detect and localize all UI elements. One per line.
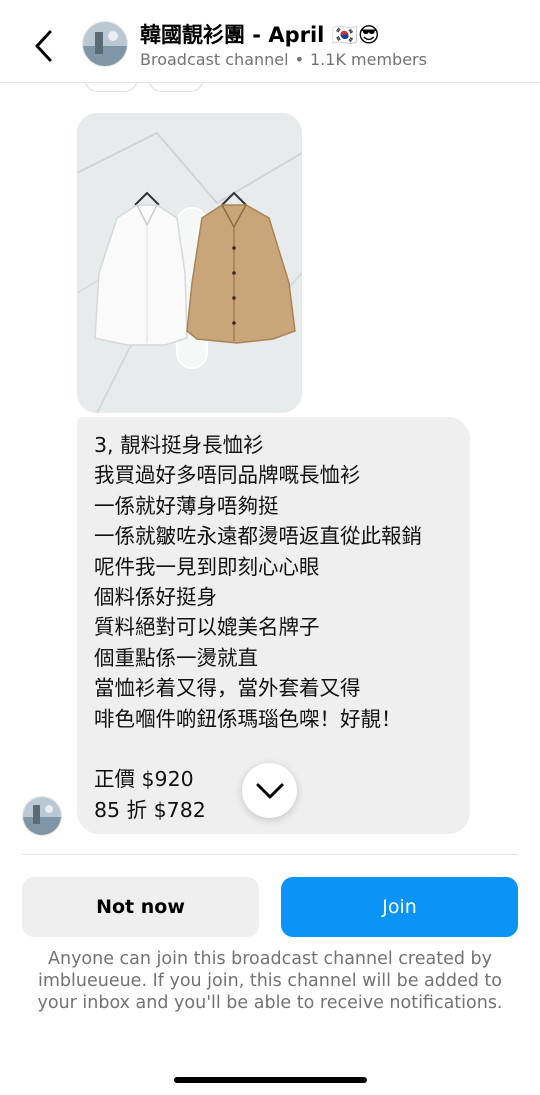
- chevron-down-icon: [256, 783, 283, 798]
- home-indicator[interactable]: [174, 1077, 367, 1083]
- sender-avatar[interactable]: [22, 796, 62, 836]
- channel-subtitle: Broadcast channel • 1.1K members: [140, 50, 427, 69]
- join-disclaimer: Anyone can join this broadcast channel c…: [37, 949, 503, 1013]
- not-now-button[interactable]: Not now: [22, 877, 259, 937]
- channel-title[interactable]: 韓國靚衫團 - April 🇰🇷😎: [140, 19, 380, 49]
- divider: [22, 854, 518, 855]
- chevron-left-icon: [35, 30, 52, 62]
- member-count: 1.1K members: [310, 50, 427, 69]
- channel-type: Broadcast channel: [140, 50, 289, 69]
- channel-avatar[interactable]: [82, 21, 128, 67]
- separator-dot: •: [294, 50, 304, 69]
- message-photo[interactable]: [77, 113, 302, 413]
- back-button[interactable]: [22, 24, 66, 68]
- scroll-down-button[interactable]: [242, 763, 297, 818]
- join-button[interactable]: Join: [281, 877, 518, 937]
- channel-header: 韓國靚衫團 - April 🇰🇷😎 Broadcast channel • 1.1K…: [0, 0, 540, 83]
